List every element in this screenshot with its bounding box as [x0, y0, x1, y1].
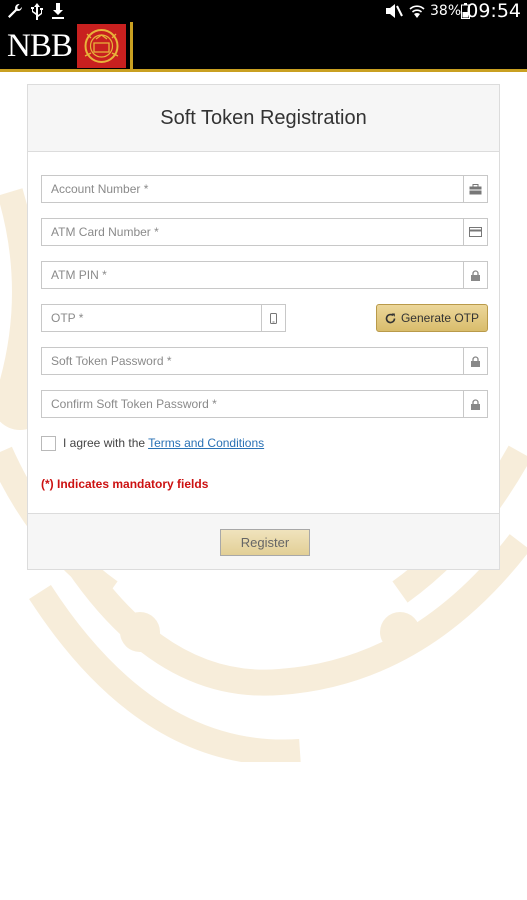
registration-card: Soft Token Registration Generate OTP [27, 84, 500, 570]
card-header: Soft Token Registration [28, 85, 499, 152]
card-footer: Register [28, 513, 499, 569]
otp-field[interactable] [41, 304, 286, 332]
app-header: NBB [0, 22, 527, 72]
status-bar: 38% 09:54 [0, 0, 527, 22]
lock-icon [463, 391, 487, 417]
atm-card-number-field[interactable] [41, 218, 488, 246]
lock-icon [463, 348, 487, 374]
atm-pin-field[interactable] [41, 261, 488, 289]
generate-otp-label: Generate OTP [400, 311, 480, 325]
generate-otp-button[interactable]: Generate OTP [376, 304, 488, 332]
register-button[interactable]: Register [220, 529, 310, 556]
briefcase-icon [463, 176, 487, 202]
confirm-soft-token-password-field[interactable] [41, 390, 488, 418]
soft-token-password-field[interactable] [41, 347, 488, 375]
wifi-icon [408, 3, 426, 24]
agree-text: I agree with the [63, 436, 146, 450]
nbb-logo: NBB [3, 22, 133, 69]
credit-card-icon [463, 219, 487, 245]
mobile-icon [261, 305, 285, 331]
clock: 09:54 [466, 0, 521, 22]
battery-percent: 38% [430, 3, 462, 19]
atm-pin-input[interactable] [42, 262, 462, 288]
mute-icon [385, 3, 403, 24]
account-number-input[interactable] [42, 176, 462, 202]
wrench-icon [6, 3, 24, 24]
logo-text: NBB [7, 28, 73, 64]
account-number-field[interactable] [41, 175, 488, 203]
terms-link[interactable]: Terms and Conditions [148, 436, 264, 450]
mandatory-note: (*) Indicates mandatory fields [41, 477, 209, 491]
refresh-icon [385, 313, 396, 324]
agree-row: I agree with the Terms and Conditions [41, 435, 264, 451]
soft-token-password-input[interactable] [42, 348, 462, 374]
otp-input[interactable] [42, 305, 262, 331]
crest-icon [77, 24, 126, 68]
page-title: Soft Token Registration [160, 107, 367, 129]
agree-checkbox[interactable] [41, 435, 56, 451]
atm-card-number-input[interactable] [42, 219, 462, 245]
confirm-soft-token-password-input[interactable] [42, 391, 462, 417]
lock-icon [463, 262, 487, 288]
